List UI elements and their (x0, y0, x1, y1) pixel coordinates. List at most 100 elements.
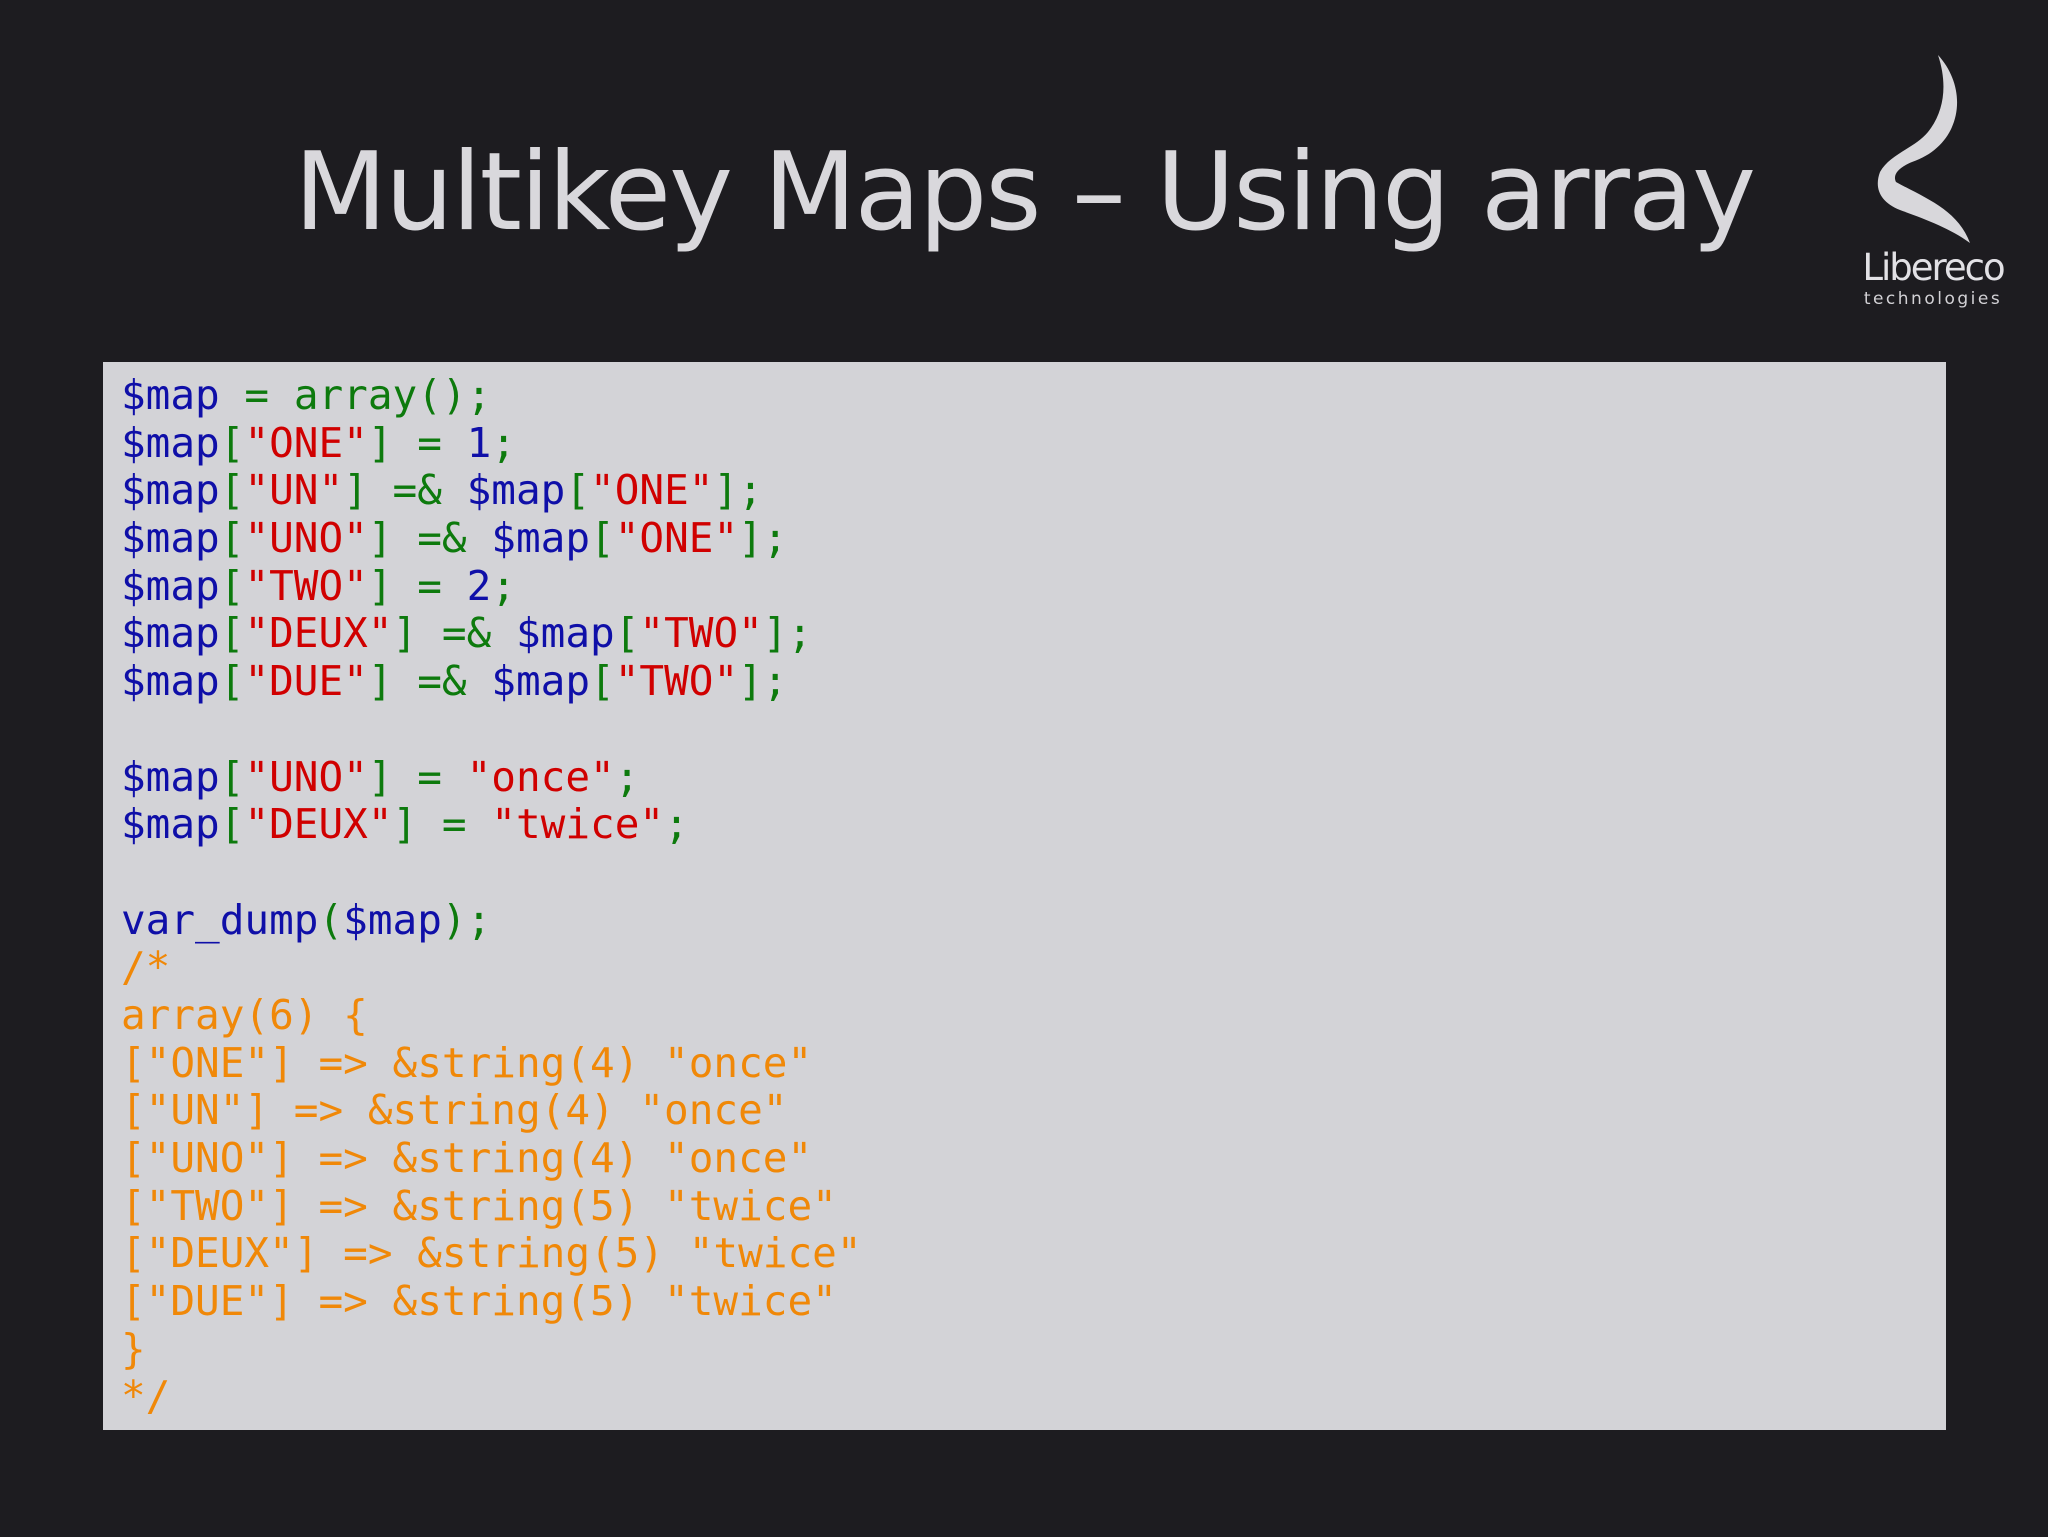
code-line: $map["UNO"] =& $map["ONE"]; (121, 514, 1946, 563)
code-token: "TWO" (614, 657, 739, 706)
code-token: $map (466, 466, 566, 515)
code-token: "DEUX" (244, 609, 393, 658)
code-token: [ (565, 466, 591, 515)
code-token: $map (343, 895, 442, 944)
code-line: */ (121, 1373, 1946, 1421)
code-token: ["UNO"] => &string(4) "once" (121, 1134, 813, 1182)
slide-title: Multikey Maps – Using array (293, 130, 1756, 255)
swoosh-logo-icon (1877, 55, 1970, 243)
code-token: "DUE" (244, 657, 368, 706)
code-line: ["UN"] => &string(4) "once" (121, 1086, 1946, 1135)
code-line: ["TWO"] => &string(5) "twice" (121, 1181, 1946, 1231)
code-token: "TWO" (639, 609, 763, 658)
code-token: $map (121, 657, 220, 706)
code-token: ] =& (392, 609, 516, 658)
code-block: $map = array(); $map["ONE"] = 1; $map["UN"… (103, 362, 1946, 1430)
code-token: [ (219, 752, 245, 801)
code-token: $map (121, 800, 220, 849)
code-token: ; (664, 800, 689, 849)
code-line: ["UNO"] => &string(4) "once" (121, 1134, 1946, 1183)
code-token: ["TWO"] => &string(5) "twice" (121, 1181, 837, 1230)
code-token: ["DUE"] => &string(5) "twice" (121, 1277, 837, 1326)
code-token: "UNO" (244, 514, 368, 563)
code-token: $map (121, 371, 220, 419)
code-token: ] = (367, 752, 467, 801)
code-token: [ (219, 800, 245, 849)
code-line: $map["DUE"] =& $map["TWO"]; (121, 657, 1946, 706)
code-token: [ (219, 418, 245, 467)
code-token: [ (219, 466, 245, 515)
code-token: $map (515, 609, 615, 658)
code-token: [ (590, 657, 615, 706)
code-token: ]; (738, 514, 788, 563)
code-token: "TWO" (244, 561, 368, 610)
code-token: $map (491, 657, 591, 706)
code-token: ] =& (367, 657, 492, 706)
code-token: [ (219, 609, 245, 658)
code-token: "UN" (244, 466, 344, 515)
code-token: "ONE" (590, 466, 714, 515)
code-token: "ONE" (244, 418, 368, 467)
code-line: } (121, 1324, 1946, 1374)
code-token: ]; (713, 466, 763, 515)
code-token: var_dump (121, 895, 319, 944)
code-token: array(); (293, 371, 492, 419)
code-token: [ (614, 609, 640, 658)
code-token: "twice" (491, 800, 665, 849)
code-token: [ (219, 657, 245, 706)
code-token: array(6) { (121, 990, 368, 1039)
code-token: "once" (466, 752, 615, 801)
code-token: ( (318, 895, 344, 944)
code-line: $map["UNO"] = "once"; (121, 752, 1946, 802)
code-token: ] =& (343, 466, 467, 515)
code-line: $map["UN"] =& $map["ONE"]; (121, 467, 1946, 515)
code-token: ] = (367, 418, 467, 467)
code-token: [ (219, 514, 245, 563)
code-line: $map["TWO"] = 2; (121, 561, 1946, 611)
code-token: */ (121, 1372, 171, 1421)
code-token: [ (219, 561, 245, 610)
code-token: ]; (762, 609, 813, 658)
code-token: 2 (466, 561, 492, 610)
code-token: = (219, 371, 294, 419)
code-token: ; (491, 561, 516, 610)
code-line: ["ONE"] => &string(4) "once" (121, 1038, 1946, 1088)
code-token: } (121, 1324, 146, 1373)
code-token: ["UN"] => &string(4) "once" (121, 1086, 788, 1135)
code-token: ; (491, 418, 516, 467)
code-token: ] = (367, 561, 467, 610)
code-token: ); (441, 895, 492, 944)
code-line: $map["DEUX"] = "twice"; (121, 800, 1946, 849)
code-token: ]; (738, 657, 788, 706)
code-token: $map (121, 561, 220, 610)
code-token: ] =& (367, 514, 492, 563)
code-token: $map (491, 514, 591, 563)
code-token: "DEUX" (244, 800, 393, 849)
code-line: var_dump($map); (121, 895, 1946, 945)
code-token: $map (121, 466, 220, 515)
code-token: $map (121, 752, 220, 801)
code-token: /* (121, 943, 171, 992)
code-token: 1 (466, 418, 492, 467)
code-line: $map = array(); (121, 371, 1946, 420)
code-token: ] = (392, 800, 492, 849)
code-line: ["DEUX"] => &string(5) "twice" (121, 1230, 1946, 1278)
code-token: ["DEUX"] => &string(5) "twice" (121, 1229, 862, 1278)
code-token: [ (590, 514, 615, 563)
code-line: array(6) { (121, 990, 1946, 1040)
code-token: $map (121, 514, 220, 563)
code-token: $map (121, 418, 220, 467)
libereco-logo: Libereco technologies (1858, 50, 2008, 310)
code-line: $map["DEUX"] =& $map["TWO"]; (121, 610, 1946, 658)
code-token: "ONE" (614, 514, 739, 563)
logo-subtitle: technologies (1863, 289, 2003, 309)
code-line: /* (121, 943, 1946, 992)
code-line: $map["ONE"] = 1; (121, 418, 1946, 468)
code-token: "UNO" (244, 752, 368, 801)
code-token: ["ONE"] => &string(4) "once" (121, 1038, 813, 1087)
logo-name: Libereco (1862, 246, 2005, 289)
code-token: $map (121, 609, 220, 658)
code-token: ; (614, 752, 640, 801)
